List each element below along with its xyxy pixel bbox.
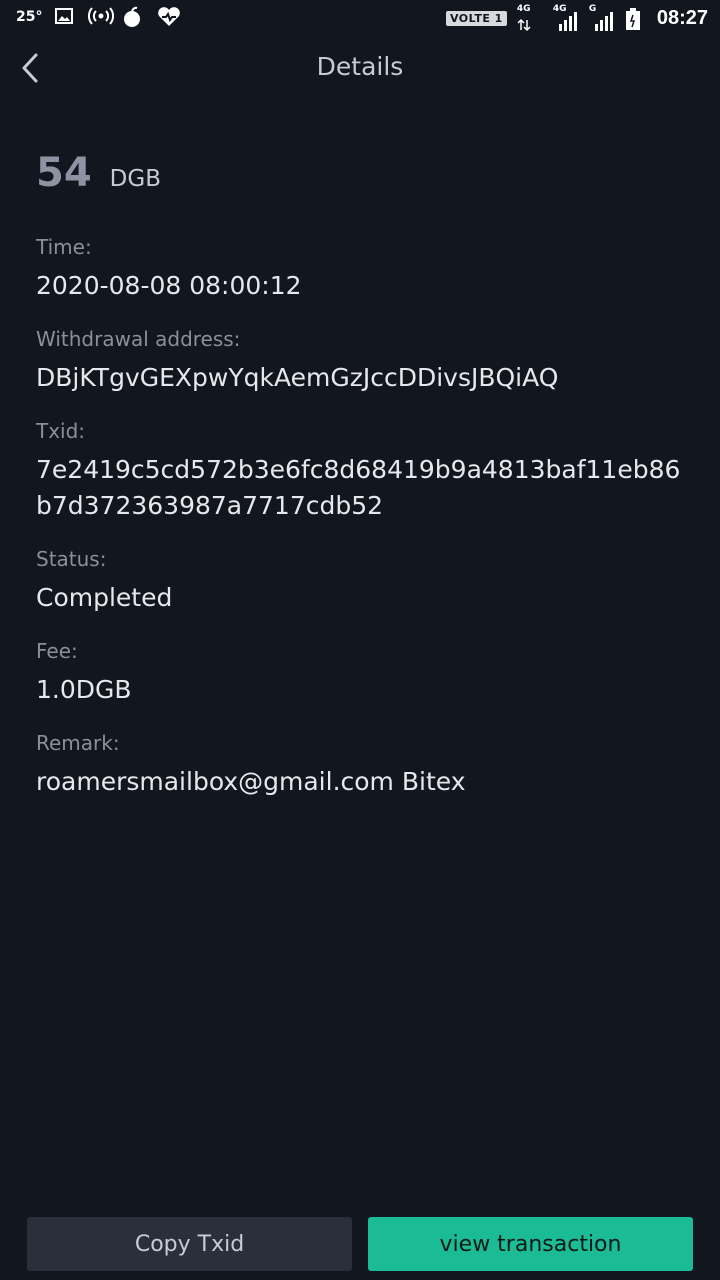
health-heart-icon [156, 6, 181, 28]
battery-icon [625, 7, 647, 30]
status-label: Status: [36, 547, 107, 571]
amount-row: 54 DGB [36, 150, 684, 210]
page-title: Details [316, 52, 404, 81]
amount-value: 54 [36, 150, 92, 196]
time-field: Time: 2020-08-08 08:00:12 [36, 232, 684, 304]
time-label: Time: [36, 235, 92, 259]
signal-g-icon: G [589, 4, 615, 32]
fee-field: Fee: 1.0DGB [36, 636, 684, 708]
remark-field: Remark: roamersmailbox@gmail.com Bitex [36, 728, 684, 800]
hotspot-icon [88, 6, 115, 28]
fee-value: 1.0DGB [36, 675, 132, 704]
clock-text: 08:27 [656, 6, 708, 29]
status-bar-left: 25° [16, 6, 181, 28]
temperature-text: 25° [16, 9, 43, 25]
status-value: Completed [36, 583, 173, 612]
withdrawal-address-value: DBjKTgvGEXpwYqkAemGzJccDDivsJBQiAQ [36, 363, 559, 392]
txid-value: 7e2419c5cd572b3e6fc8d68419b9a4813baf11eb… [36, 455, 681, 520]
view-transaction-button[interactable]: view transaction [368, 1217, 693, 1271]
network-4g-data-icon: 4G [517, 4, 543, 32]
remark-label: Remark: [36, 731, 120, 755]
time-value: 2020-08-08 08:00:12 [36, 271, 302, 300]
status-field: Status: Completed [36, 544, 684, 616]
amount-unit: DGB [109, 166, 161, 192]
txid-label: Txid: [36, 419, 86, 443]
withdrawal-address-label: Withdrawal address: [36, 327, 241, 351]
withdrawal-address-field: Withdrawal address: DBjKTgvGEXpwYqkAemGz… [36, 324, 684, 396]
fee-label: Fee: [36, 639, 78, 663]
image-icon [54, 6, 76, 28]
details-screen: 25° VOLTE 1 4G 4G G 08:27 Details 54 DGB… [0, 0, 720, 1280]
bottom-action-bar: Copy Txid view transaction [27, 1217, 693, 1271]
remark-value: roamersmailbox@gmail.com Bitex [36, 767, 466, 796]
volte-badge: VOLTE 1 [445, 10, 507, 26]
details-content: 54 DGB Time: 2020-08-08 08:00:12 Withdra… [36, 150, 684, 800]
status-bar-right: VOLTE 1 4G 4G G 08:27 [445, 4, 708, 32]
status-bar: 25° VOLTE 1 4G 4G G 08:27 [0, 0, 720, 38]
app-header: Details [0, 38, 720, 98]
txid-field: Txid: 7e2419c5cd572b3e6fc8d68419b9a4813b… [36, 416, 684, 524]
signal-4g-icon: 4G [553, 4, 579, 32]
copy-txid-button[interactable]: Copy Txid [27, 1217, 352, 1271]
app-notification-icon [122, 6, 144, 28]
